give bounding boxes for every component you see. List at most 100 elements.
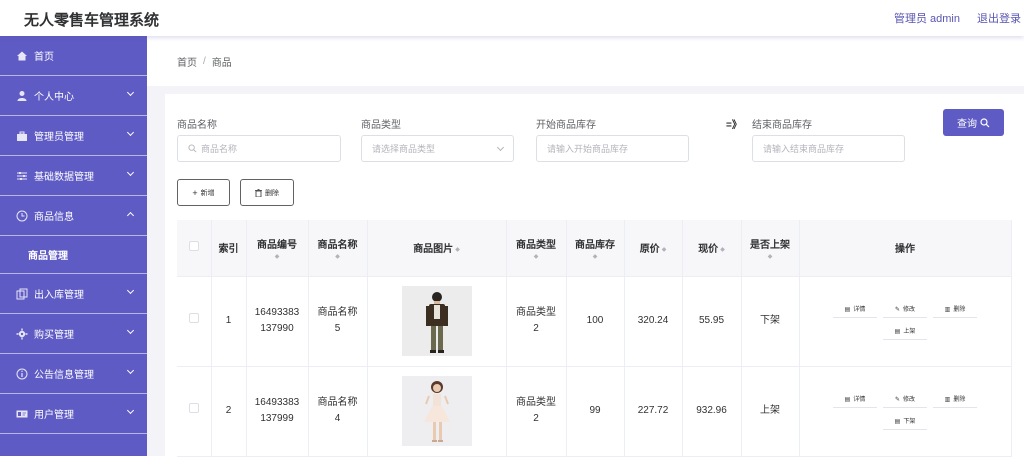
detail-label: 详情 [853, 306, 866, 313]
sort-icon[interactable]: ◆ [247, 254, 308, 260]
end-stock-input[interactable]: 请输入结束商品库存 [752, 135, 905, 162]
row-select-cell [177, 276, 212, 367]
logout-link[interactable]: 退出登录 [977, 10, 1021, 26]
column-header[interactable]: 商品类型 ◆ [506, 220, 567, 277]
user-icon [17, 90, 27, 101]
sidebar-item-label: 首页 [34, 52, 54, 63]
sliders-icon [17, 171, 27, 180]
list-toggle-button[interactable]: ▤ 上架 [883, 324, 927, 340]
column-header[interactable]: 商品库存 ◆ [566, 220, 625, 277]
chevron-down-icon [126, 88, 135, 97]
delete-button[interactable]: 删除 [240, 179, 294, 206]
sort-icon[interactable]: ◆ [455, 247, 460, 253]
image-cell [367, 276, 507, 367]
sort-icon[interactable]: ◆ [662, 247, 667, 253]
product-name-placeholder: 商品名称 [201, 144, 238, 154]
actions-cell: ▤ 详情 ✎ 修改 ▥ 删除 ▤ 上架 [799, 276, 1012, 367]
sidebar-item-inventory[interactable]: 出入库管理 [0, 274, 147, 314]
breadcrumb: 首页 / 商品 [147, 36, 1024, 86]
top-header: 无人零售车管理系统 管理员 admin 退出登录 [0, 0, 1024, 36]
briefcase-icon [17, 131, 27, 141]
sidebar-item-purchase[interactable]: 购买管理 [0, 314, 147, 354]
column-header[interactable]: 商品编号 ◆ [246, 220, 309, 277]
home-icon [17, 51, 27, 60]
sidebar-item-admin-management[interactable]: 管理员管理 [0, 116, 147, 156]
start-stock-input[interactable]: 请输入开始商品库存 [536, 135, 689, 162]
code-text: 137990 [260, 323, 294, 334]
index-cell: 2 [211, 366, 247, 457]
product-type-placeholder: 请选择商品类型 [372, 144, 436, 154]
delete-button-label: 删除 [265, 189, 279, 197]
column-header[interactable]: 商品名称 ◆ [308, 220, 368, 277]
chevron-down-icon [126, 406, 135, 415]
name-text: 4 [334, 413, 341, 424]
column-header[interactable]: 原价 ◆ [624, 220, 683, 277]
add-button[interactable]: + 新增 [177, 179, 230, 206]
end-stock-label: 结束商品库存 [752, 120, 812, 131]
breadcrumb-home[interactable]: 首页 [177, 54, 197, 69]
type-text: 2 [533, 323, 539, 334]
sort-icon[interactable]: ◆ [309, 254, 367, 260]
select-all-cell [177, 220, 212, 277]
row-checkbox[interactable] [188, 313, 199, 323]
product-name-label: 商品名称 [177, 120, 217, 131]
sidebar-subitem-product-management[interactable]: 商品管理 [0, 236, 147, 274]
sort-icon[interactable]: ◆ [742, 254, 799, 260]
type-cell: 商品类型 2 [506, 366, 567, 457]
detail-button[interactable]: ▤ 详情 [833, 302, 877, 318]
column-header-label: 商品库存 [575, 239, 615, 251]
row-delete-button[interactable]: ▥ 删除 [933, 302, 977, 318]
sidebar-item-home[interactable]: 首页 [0, 36, 147, 76]
product-image[interactable] [401, 286, 472, 356]
chevron-down-icon [126, 168, 135, 177]
edit-button[interactable]: ✎ 修改 [883, 302, 927, 318]
sidebar-item-basic-data[interactable]: 基础数据管理 [0, 156, 147, 196]
chevron-down-icon [496, 143, 505, 152]
query-button[interactable]: 查询 [943, 109, 1004, 136]
sidebar-item-personal-center[interactable]: 个人中心 [0, 76, 147, 116]
product-image[interactable] [401, 376, 472, 446]
sort-icon[interactable]: ◆ [567, 254, 624, 260]
detail-button[interactable]: ▤ 详情 [833, 392, 877, 408]
chevron-up-icon [126, 211, 135, 220]
row-checkbox[interactable] [188, 403, 199, 413]
row-delete-button[interactable]: ▥ 删除 [933, 392, 977, 408]
column-header: 索引 [211, 220, 247, 277]
plus-icon: + [192, 187, 198, 198]
sort-icon[interactable]: ◆ [507, 254, 566, 260]
column-header-label: 商品名称 [317, 239, 358, 251]
type-text: 商品类型 [516, 397, 556, 408]
breadcrumb-current: 商品 [211, 57, 232, 69]
sidebar-item-users[interactable]: 用户管理 [0, 394, 147, 434]
document-icon: ▤ [844, 306, 851, 313]
edit-button[interactable]: ✎ 修改 [883, 392, 927, 408]
column-header[interactable]: 现价 ◆ [682, 220, 742, 277]
column-header: 操作 [799, 220, 1012, 277]
code-cell: 16493383 137999 [246, 366, 309, 457]
sidebar-item-label: 用户管理 [34, 410, 74, 421]
sidebar-item-announcements[interactable]: 公告信息管理 [0, 354, 147, 394]
code-text: 16493383 [254, 397, 300, 408]
type-text: 2 [533, 413, 539, 424]
sidebar-item-label: 出入库管理 [34, 290, 84, 301]
sidebar-item-label: 商品信息 [34, 212, 74, 223]
column-header[interactable]: 是否上架 ◆ [741, 220, 800, 277]
actions-group: ▤ 详情 ✎ 修改 ▥ 删除 ▤ 下架 [830, 392, 980, 430]
index-cell: 1 [211, 276, 247, 367]
content-panel: 商品名称 商品名称 商品类型 请选择商品类型 开始商品库存 请输入开始商品库存 … [165, 94, 1024, 457]
select-all-checkbox[interactable] [188, 241, 199, 252]
breadcrumb-separator: / [203, 55, 206, 67]
list-toggle-button[interactable]: ▤ 下架 [883, 414, 927, 430]
product-table: 索引 商品编号 ◆ 商品名称 ◆ 商品图片 ◆ 商品类型 ◆ 商品库存 ◆ 原价 ◆ 现价 ◆… [177, 220, 1012, 457]
sort-icon[interactable]: ◆ [720, 247, 725, 253]
product-name-input[interactable]: 商品名称 [177, 135, 341, 162]
trash-icon: ▥ [944, 396, 951, 403]
product-type-select[interactable]: 请选择商品类型 [361, 135, 514, 162]
list-toggle-label: 上架 [903, 328, 916, 335]
column-header[interactable]: 商品图片 ◆ [367, 220, 507, 277]
sidebar-item-product-info[interactable]: 商品信息 [0, 196, 147, 236]
pencil-icon: ✎ [894, 396, 900, 403]
name-text: 商品名称 [317, 307, 358, 318]
type-text: 商品类型 [516, 307, 556, 318]
copy-icon [16, 288, 28, 299]
